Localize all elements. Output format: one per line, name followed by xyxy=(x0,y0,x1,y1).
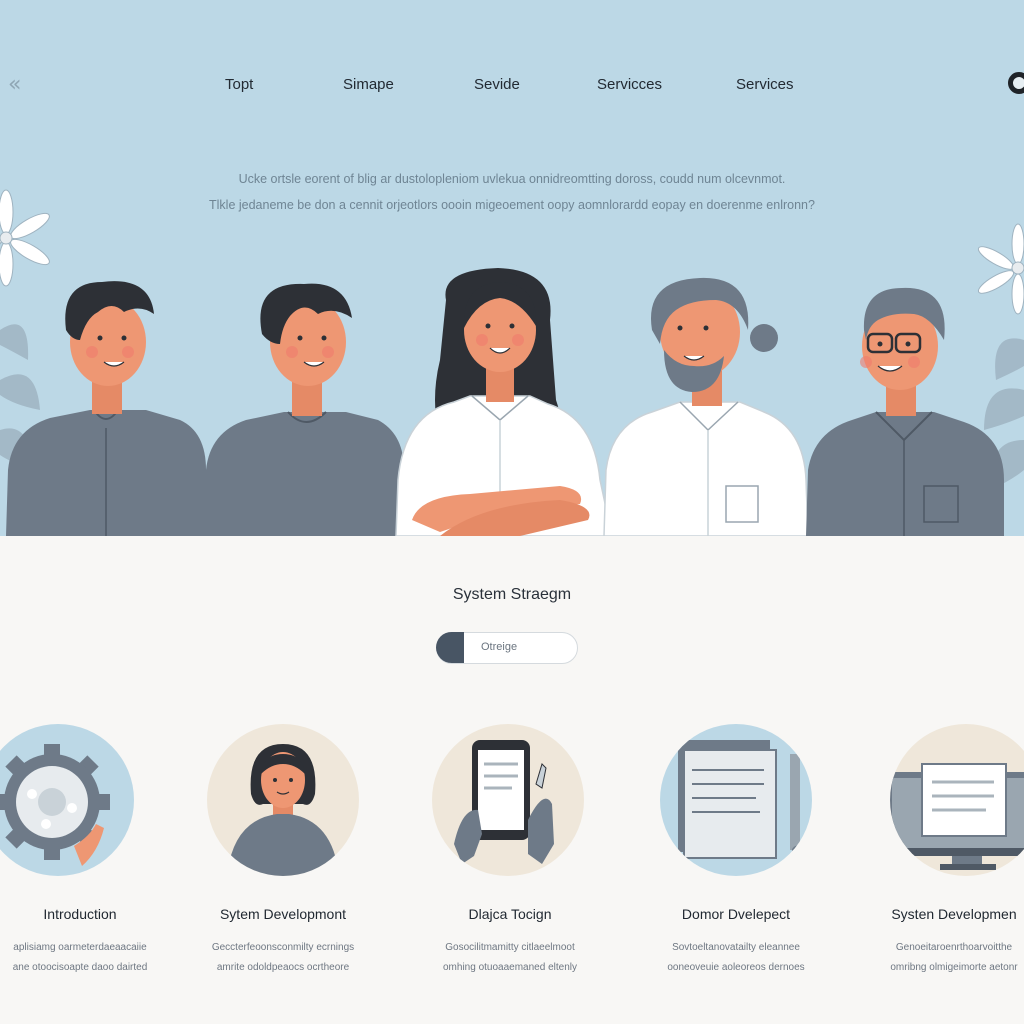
nav-item-5[interactable]: Services xyxy=(736,76,794,93)
card-1-desc-line-2: ane otoocisoapte daoo dairted xyxy=(12,962,148,973)
section-title: System Straegm xyxy=(452,586,572,603)
card-1-illustration xyxy=(0,724,134,876)
person-3 xyxy=(395,268,613,536)
toggle-label: Otreige xyxy=(481,641,518,653)
nav-item-2[interactable]: Simape xyxy=(343,76,394,93)
card-5-illustration xyxy=(890,724,1024,876)
card-3-title: Dlajca Tocign xyxy=(468,906,552,922)
card-2-desc-line-1: Geccterfeoonsconmilty ecrnings xyxy=(211,942,355,953)
phone-icon xyxy=(454,740,554,864)
card-3-desc: Gosocilitmamitty citlaeelmoot omhing otu… xyxy=(410,938,610,978)
card-5-desc-line-1: Genoeitaroenrthoarvoitthe xyxy=(895,942,1013,953)
person-4 xyxy=(603,277,809,536)
card-4-illustration xyxy=(660,724,812,876)
card-3-illustration xyxy=(432,724,584,876)
card-1-desc: aplisiamg oarmeterdaeaacaiie ane otoocis… xyxy=(0,938,180,978)
section-toggle[interactable]: Otreige xyxy=(436,632,578,664)
card-1-desc-line-1: aplisiamg oarmeterdaeaacaiie xyxy=(13,942,147,953)
card-4-desc: Sovtoeltanovatailty eleannee ooneoveuie … xyxy=(636,938,836,978)
card-system-development[interactable]: Sytem Developmont Geccterfeoonsconmilty … xyxy=(183,724,383,994)
flower-right-icon xyxy=(977,223,1024,315)
flower-left-icon xyxy=(0,189,50,287)
toggle-knob xyxy=(436,632,464,663)
person-icon xyxy=(227,744,339,876)
card-2-title: Sytem Developmont xyxy=(219,906,347,922)
nav-item-3[interactable]: Sevide xyxy=(474,76,520,93)
card-4-desc-line-1: Sovtoeltanovatailty eleannee xyxy=(672,942,800,953)
team-illustration xyxy=(0,189,1024,536)
document-icon xyxy=(678,740,812,859)
card-domor-dvelepect[interactable]: Domor Dvelepect Sovtoeltanovatailty elea… xyxy=(636,724,836,994)
card-3-desc-line-2: omhing otuoaaemaned eltenly xyxy=(443,962,577,973)
nav-item-4[interactable]: Servicces xyxy=(597,76,662,93)
card-5-desc: Genoeitaroenrthoarvoitthe omribng olmige… xyxy=(854,938,1024,978)
card-1-title: Introduction xyxy=(43,906,117,922)
card-3-desc-line-1: Gosocilitmamitty citlaeelmoot xyxy=(445,942,575,953)
card-5-title: Systen Developmen xyxy=(891,906,1017,922)
hero-banner: « Topt Simape Sevide Servicces Services … xyxy=(0,0,1024,536)
card-2-desc-line-2: amrite odoldpeaocs ocrtheore xyxy=(216,962,350,973)
card-systen-developmen[interactable]: Systen Developmen Genoeitaroenrthoarvoit… xyxy=(854,724,1024,994)
card-4-desc-line-2: ooneoveuie aoleoreos dernoes xyxy=(667,962,805,973)
card-4-title: Domor Dvelepect xyxy=(681,906,791,922)
person-2 xyxy=(204,283,406,536)
person-5 xyxy=(806,287,1004,536)
card-2-desc: Geccterfeoonsconmilty ecrnings amrite od… xyxy=(183,938,383,978)
card-5-desc-line-2: omribng olmigeimorte aetonr xyxy=(890,962,1018,973)
profile-dot-icon[interactable] xyxy=(1008,72,1024,94)
gear-icon xyxy=(0,744,110,866)
monitor-icon xyxy=(890,763,1024,870)
card-introduction[interactable]: Introduction aplisiamg oarmeterdaeaacaii… xyxy=(0,724,180,994)
card-2-illustration xyxy=(207,724,359,876)
top-nav: Topt Simape Sevide Servicces Services xyxy=(0,76,1024,96)
card-dlajca-tocign[interactable]: Dlajca Tocign Gosocilitmamitty citlaeelm… xyxy=(410,724,610,994)
nav-item-1[interactable]: Topt xyxy=(225,76,253,93)
